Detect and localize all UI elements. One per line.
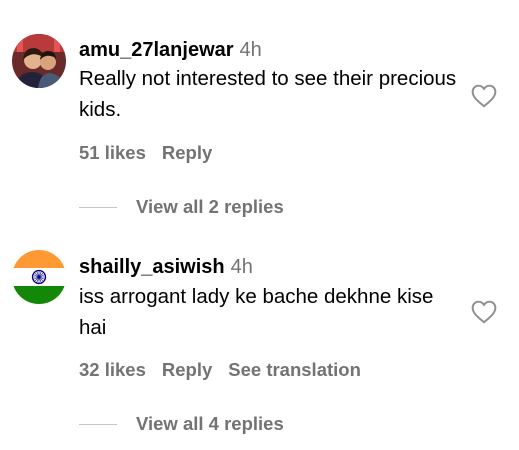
view-replies-button[interactable]: View all 4 replies bbox=[79, 413, 284, 435]
reply-button[interactable]: Reply bbox=[162, 359, 212, 380]
profile-photo-icon bbox=[12, 34, 66, 88]
comment-text: Really not interested to see their preci… bbox=[79, 67, 457, 121]
reply-button[interactable]: Reply bbox=[162, 142, 212, 163]
view-replies-label: View all 4 replies bbox=[136, 413, 284, 434]
view-replies-label: View all 2 replies bbox=[136, 196, 284, 217]
see-translation-button[interactable]: See translation bbox=[228, 359, 361, 380]
view-replies-button[interactable]: View all 2 replies bbox=[79, 196, 284, 218]
comment-timestamp: 4h bbox=[239, 39, 262, 61]
india-flag-icon bbox=[12, 250, 66, 304]
comment-actions: 51 likes Reply bbox=[79, 142, 228, 164]
comment-username[interactable]: amu_27lanjewar 4h bbox=[79, 38, 262, 62]
replies-divider bbox=[79, 206, 117, 208]
heart-icon[interactable] bbox=[471, 84, 497, 108]
likes-count[interactable]: 32 likes bbox=[79, 359, 146, 380]
comment-text: iss arrogant lady ke bache dekhne kise h… bbox=[79, 285, 434, 339]
likes-count[interactable]: 51 likes bbox=[79, 142, 146, 163]
comment-actions: 32 likes Reply See translation bbox=[79, 359, 377, 381]
avatar[interactable] bbox=[12, 250, 66, 304]
comment-timestamp: 4h bbox=[230, 256, 253, 278]
replies-divider bbox=[79, 423, 117, 425]
comment-username[interactable]: shailly_asiwish 4h bbox=[79, 255, 253, 279]
heart-icon[interactable] bbox=[471, 300, 497, 324]
avatar[interactable] bbox=[12, 34, 66, 88]
